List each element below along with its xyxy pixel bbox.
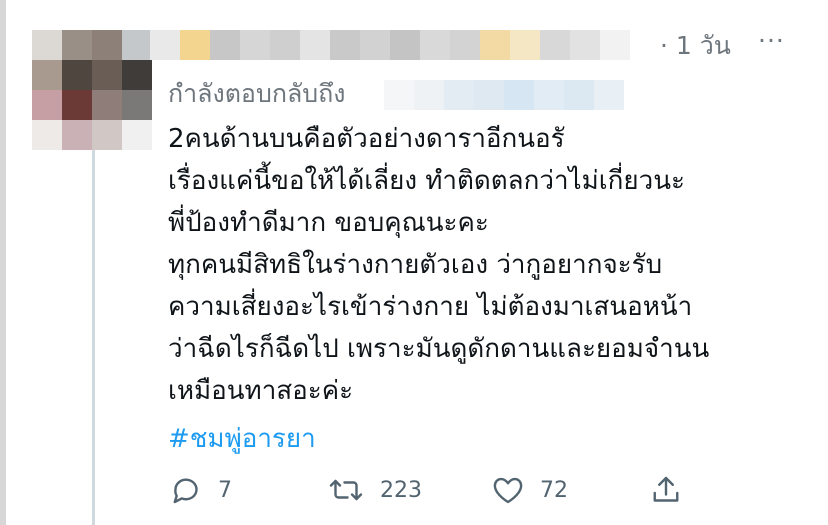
like-button[interactable]: 72: [490, 470, 568, 510]
action-bar: 7 223 72: [168, 470, 728, 510]
retweet-button[interactable]: 223: [326, 470, 422, 510]
tweet-reply-card: · 1 วัน ··· กำลังตอบกลับถึง 2คนด้านบนคือ…: [0, 0, 828, 525]
tweet-text-line: เหมือนทาสอะค่ะ: [168, 376, 354, 406]
tweet-text-line: ว่าฉีดไรก็ฉีดไป เพราะมันดูดักดานและยอมจำ…: [168, 334, 710, 364]
thread-line: [92, 150, 95, 525]
reply-count: 7: [218, 477, 232, 503]
heart-icon: [490, 472, 526, 508]
blurred-reply-handle[interactable]: [384, 80, 624, 110]
share-upload-icon: [648, 472, 684, 508]
speech-bubble-icon: [168, 472, 204, 508]
replying-to-label: กำลังตอบกลับถึง: [168, 79, 346, 108]
avatar[interactable]: [32, 30, 152, 150]
retweet-count: 223: [380, 477, 422, 503]
share-button[interactable]: [648, 470, 684, 510]
tweet-text-line: ความเสี่ยงอะไรเข้าร่างกาย ไม่ต้องมาเสนอห…: [168, 292, 693, 322]
retweet-arrows-icon: [326, 472, 366, 508]
tweet-text: 2คนด้านบนคือตัวอย่างดาราอีกนอรั เรื่องแค…: [168, 118, 818, 412]
blurred-display-name[interactable]: [150, 30, 630, 60]
tweet-text-line: ทุกคนมีสิทธิในร่างกายตัวเอง ว่ากูอยากจะร…: [168, 250, 663, 280]
tweet-text-line: 2คนด้านบนคือตัวอย่างดาราอีกนอรั: [168, 124, 565, 154]
left-divider: [0, 0, 6, 525]
reply-button[interactable]: 7: [168, 470, 232, 510]
tweet-text-line: เรื่องแค่นี้ขอให้ได้เลี่ยง ทำติดตลกว่าไม…: [168, 166, 685, 196]
like-count: 72: [540, 477, 568, 503]
timestamp[interactable]: · 1 วัน: [660, 26, 731, 66]
more-dots-icon[interactable]: ···: [758, 26, 785, 55]
tweet-text-line: พี่ป้องทำดีมาก ขอบคุณนะคะ: [168, 208, 489, 238]
hashtag-link[interactable]: #ชมพู่อารยา: [168, 418, 316, 460]
